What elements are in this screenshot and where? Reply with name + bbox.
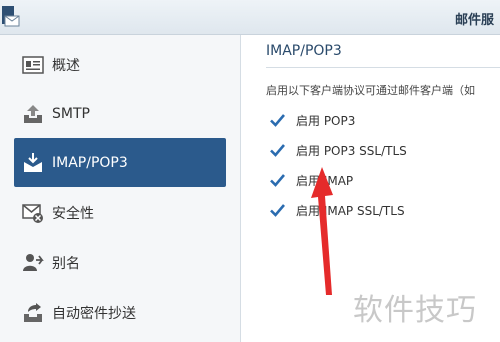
sidebar: 概述 SMTP IMAP/POP3 安全性 别名 自动密件抄送 <box>0 35 241 342</box>
imap-checkbox[interactable] <box>269 172 286 189</box>
pop3-ssl-label: 启用 POP3 SSL/TLS <box>296 143 407 158</box>
sidebar-item-imap-pop3[interactable]: IMAP/POP3 <box>14 138 226 187</box>
upload-icon <box>22 103 44 125</box>
imap-option[interactable]: 启用 IMAP <box>269 170 353 190</box>
overview-icon <box>22 54 44 76</box>
sidebar-item-label: 概述 <box>52 57 80 74</box>
sidebar-item-label: SMTP <box>52 105 90 122</box>
imap-ssl-label: 启用 IMAP SSL/TLS <box>296 203 405 218</box>
pop3-checkbox[interactable] <box>269 112 286 129</box>
auto-bcc-icon <box>22 302 44 324</box>
sidebar-item-security[interactable]: 安全性 <box>14 188 226 237</box>
sidebar-item-alias[interactable]: 别名 <box>14 238 226 287</box>
imap-ssl-option[interactable]: 启用 IMAP SSL/TLS <box>269 200 405 220</box>
pop3-ssl-checkbox[interactable] <box>269 142 286 159</box>
section-divider <box>266 67 500 68</box>
pop3-option[interactable]: 启用 POP3 <box>269 110 355 130</box>
description-text: 启用以下客户端协议可通过邮件客户端（如 <box>266 84 475 97</box>
sidebar-item-auto-bcc[interactable]: 自动密件抄送 <box>14 288 226 337</box>
imap-label: 启用 IMAP <box>296 173 354 188</box>
sidebar-item-label: 安全性 <box>52 205 94 222</box>
sidebar-item-label: 自动密件抄送 <box>52 305 136 322</box>
watermark-text: 软件技巧 <box>353 293 477 328</box>
alias-icon <box>22 252 44 274</box>
sidebar-item-label: 别名 <box>52 255 80 272</box>
title-bar: 邮件服 <box>0 0 500 35</box>
download-mail-icon <box>22 152 44 174</box>
imap-ssl-checkbox[interactable] <box>269 202 286 219</box>
pop3-ssl-option[interactable]: 启用 POP3 SSL/TLS <box>269 140 407 160</box>
window-title: 邮件服 <box>454 13 494 28</box>
security-icon <box>22 202 44 224</box>
section-title: IMAP/POP3 <box>266 43 342 59</box>
sidebar-item-overview[interactable]: 概述 <box>14 40 226 89</box>
sidebar-item-smtp[interactable]: SMTP <box>14 89 226 138</box>
pop3-label: 启用 POP3 <box>296 113 356 128</box>
sidebar-item-label: IMAP/POP3 <box>52 154 128 171</box>
app-icon <box>0 2 22 30</box>
